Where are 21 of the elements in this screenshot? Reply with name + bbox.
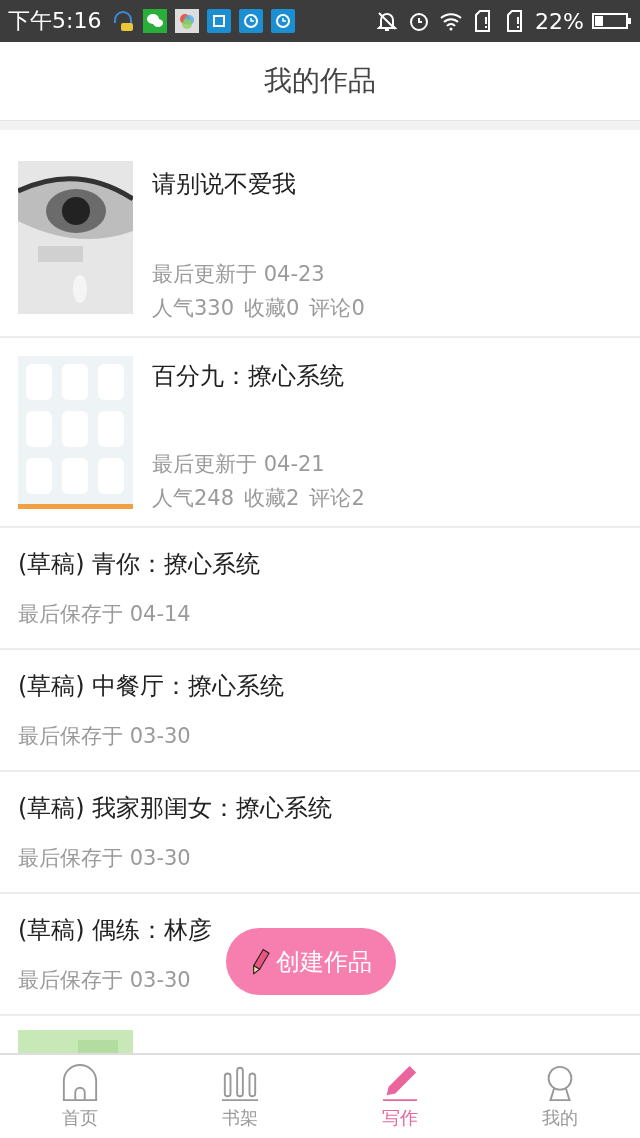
save-date: 最后保存于 04-14 — [18, 601, 191, 628]
work-stat: 人气330 — [152, 295, 235, 322]
draft-title[interactable]: (草稿) 偶练：林彦 — [18, 914, 213, 946]
work-stat: 收藏0 — [244, 295, 300, 322]
draft-title[interactable]: (草稿) 我家那闺女：撩心系统 — [18, 792, 333, 824]
draft-title[interactable]: (草稿) 青你：撩心系统 — [18, 548, 261, 580]
update-date: 最后更新于 04-23 — [152, 261, 326, 288]
work-title[interactable]: 请别说不爱我 — [152, 168, 365, 200]
draft-title[interactable]: (草稿) 中餐厅：撩心系统 — [18, 670, 285, 702]
save-date: 最后保存于 03-30 — [18, 723, 191, 750]
page-title: 我的作品 — [264, 63, 376, 99]
save-date: 最后保存于 03-30 — [18, 967, 191, 994]
update-date: 最后更新于 04-21 — [152, 451, 326, 478]
battery-percent: 22% — [535, 8, 584, 34]
status-time: 下午5:16 — [8, 7, 102, 35]
save-date: 最后保存于 03-30 — [18, 845, 191, 872]
work-stat: 评论0 — [309, 295, 365, 322]
work-stat: 评论2 — [309, 485, 365, 512]
work-stat: 收藏2 — [244, 485, 300, 512]
work-title[interactable]: 百分九：撩心系统 — [152, 360, 365, 392]
work-stat: 人气248 — [152, 485, 235, 512]
